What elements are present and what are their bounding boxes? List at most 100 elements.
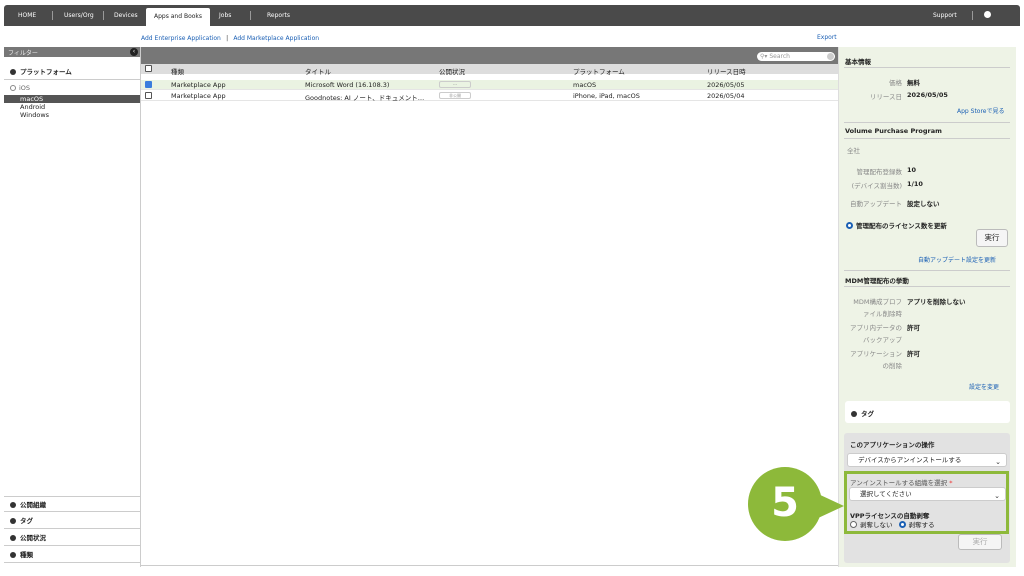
search-icon: ⚲▾ <box>760 53 768 60</box>
auto-update-value: 設定しない <box>907 200 940 208</box>
filter-android[interactable]: Android <box>4 103 140 111</box>
filter-section-label: 公開状況 <box>20 534 46 542</box>
nav-settings[interactable]: Settings <box>976 5 1020 40</box>
link-separator: | <box>226 35 229 42</box>
filter-platform[interactable]: プラットフォーム <box>4 64 140 80</box>
step-callout-badge: 5 <box>748 467 822 541</box>
filter-header: フィルター ‹ <box>4 47 140 57</box>
delete-label: アプリケーション <box>850 350 902 358</box>
chevron-down-icon: ⌄ <box>995 458 1001 466</box>
expand-icon <box>10 552 16 558</box>
table-row[interactable]: Marketplace App Microsoft Word (16.108.3… <box>141 80 838 90</box>
divider <box>141 565 838 566</box>
search-placeholder: Search <box>769 53 790 60</box>
col-release-date[interactable]: リリース日時 <box>707 66 746 76</box>
row-title: Goodnotes: AI ノート、ドキュメント… <box>305 94 425 102</box>
change-settings-link[interactable]: 設定を変更 <box>969 382 999 391</box>
filter-ios-label: iOS <box>19 84 31 92</box>
run-button[interactable]: 実行 <box>976 229 1008 247</box>
table-header: 種類 タイトル 公開状況 プラットフォーム リリース日時 <box>141 64 838 76</box>
filter-windows[interactable]: Windows <box>4 111 140 119</box>
divider <box>844 270 1010 271</box>
export-link[interactable]: Export <box>817 34 837 41</box>
filter-type[interactable]: 種類 <box>4 547 140 563</box>
managed-count-label: 管理配布登録数 <box>856 168 903 176</box>
radio-icon <box>10 85 16 91</box>
backup-label: バックアップ <box>863 336 902 344</box>
filter-ios[interactable]: iOS <box>4 84 140 92</box>
company-scope: 全社 <box>847 147 860 155</box>
app-store-link[interactable]: App Storeで見る <box>957 106 1005 115</box>
nav-settings-label: Settings <box>984 33 1009 40</box>
gear-icon <box>984 11 991 18</box>
filter-tag[interactable]: タグ <box>4 513 140 529</box>
filter-section-label: 公開組織 <box>20 501 46 509</box>
table-row[interactable]: Marketplace App Goodnotes: AI ノート、ドキュメント… <box>141 91 838 102</box>
filter-section-label: タグ <box>20 517 33 525</box>
top-nav-bar: HOME Users/Org Devices Apps and Books Jo… <box>4 5 1020 40</box>
search-input[interactable]: ⚲▾ Search <box>757 52 835 61</box>
backup-label: アプリ内データの <box>850 324 902 332</box>
col-type[interactable]: 種類 <box>171 66 184 76</box>
clear-search-icon[interactable] <box>827 53 834 60</box>
col-platform[interactable]: プラットフォーム <box>573 66 625 76</box>
status-badge: --- <box>439 81 471 88</box>
add-enterprise-app-link[interactable]: Add Enterprise Application <box>141 35 221 42</box>
row-checkbox[interactable] <box>145 81 152 88</box>
auto-update-settings-link[interactable]: 自動アップデート設定を更新 <box>918 255 996 264</box>
nav-support[interactable]: Support <box>925 5 965 26</box>
row-type: Marketplace App <box>171 81 226 89</box>
nav-reports[interactable]: Reports <box>259 5 298 26</box>
operation-select[interactable]: デバイスからアンインストールする ⌄ <box>847 453 1007 467</box>
col-status[interactable]: 公開状況 <box>439 66 465 76</box>
collapse-filter-icon[interactable]: ‹ <box>130 48 138 56</box>
status-badge: 非公開 <box>439 92 471 99</box>
nav-separator <box>52 11 53 20</box>
price-label: 価格 <box>889 79 902 87</box>
license-update-label: 管理配布のライセンス数を更新 <box>856 222 947 230</box>
row-date: 2026/05/05 <box>707 81 745 89</box>
add-marketplace-app-link[interactable]: Add Marketplace Application <box>233 35 319 42</box>
expand-icon <box>10 69 16 75</box>
nav-separator <box>972 11 973 20</box>
mdm-profile-label: ァイル削除時 <box>863 310 902 318</box>
expand-icon <box>10 518 16 524</box>
execute-button[interactable]: 実行 <box>958 534 1002 550</box>
filter-public-org[interactable]: 公開組織 <box>4 496 140 512</box>
tag-section[interactable]: タグ <box>845 401 1010 423</box>
filter-public-status[interactable]: 公開状況 <box>4 530 140 546</box>
nav-users-org[interactable]: Users/Org <box>56 5 102 26</box>
highlight-box <box>844 471 1009 534</box>
divider <box>140 47 141 567</box>
nav-separator <box>250 11 251 20</box>
table-toolbar <box>141 47 838 64</box>
filter-section-label: 種類 <box>20 551 33 559</box>
nav-jobs[interactable]: Jobs <box>211 5 239 26</box>
filter-platform-label: プラットフォーム <box>20 68 72 76</box>
delete-label: の削除 <box>882 362 903 370</box>
row-date: 2026/05/04 <box>707 92 745 100</box>
mdm-profile-label: MDM構成プロフ <box>853 298 902 306</box>
ops-title: このアプリケーションの操作 <box>850 441 935 449</box>
row-platform: macOS <box>573 81 597 89</box>
release-date-label: リリース日 <box>869 93 902 101</box>
license-update-option[interactable]: 管理配布のライセンス数を更新 <box>846 220 947 230</box>
price-value: 無料 <box>907 79 920 87</box>
row-checkbox[interactable] <box>145 92 152 99</box>
filter-macos[interactable]: macOS <box>4 95 140 103</box>
select-all-checkbox[interactable] <box>145 65 152 72</box>
nav-devices[interactable]: Devices <box>106 5 146 26</box>
nav-separator <box>103 11 104 20</box>
filter-title: フィルター <box>8 50 38 57</box>
divider <box>844 138 1010 139</box>
row-platform: iPhone, iPad, macOS <box>573 92 640 100</box>
row-type: Marketplace App <box>171 92 226 100</box>
nav-home[interactable]: HOME <box>10 5 44 26</box>
col-title[interactable]: タイトル <box>305 66 331 76</box>
divider <box>844 122 1010 123</box>
backup-value: 許可 <box>907 324 920 332</box>
expand-icon <box>10 535 16 541</box>
device-assign-value: 1/10 <box>907 180 923 188</box>
device-assign-label: (デバイス割当数) <box>851 182 902 190</box>
nav-apps-and-books[interactable]: Apps and Books <box>146 8 211 26</box>
